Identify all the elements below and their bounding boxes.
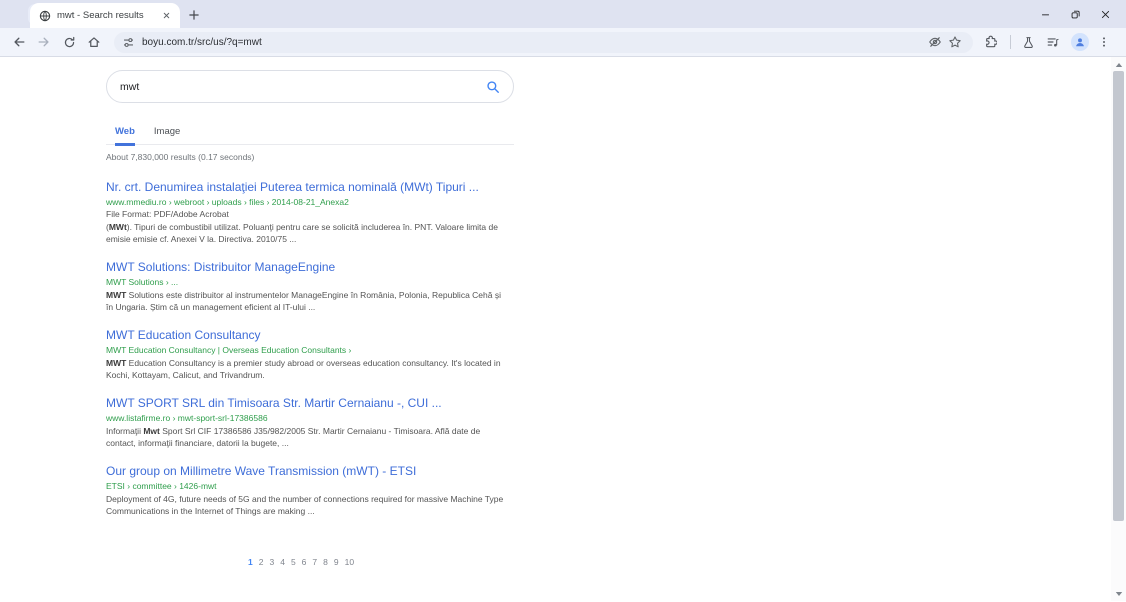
page-number-link[interactable]: 4 — [280, 557, 285, 567]
toolbar-separator — [1010, 35, 1011, 49]
reload-button[interactable] — [58, 31, 80, 53]
result-url-breadcrumb: MWT Education Consultancy | Overseas Edu… — [106, 345, 508, 355]
snippet-text: MWT — [106, 358, 126, 368]
minimize-button[interactable] — [1030, 0, 1060, 28]
toolbar-right-cluster — [979, 31, 1118, 53]
tab-close-icon[interactable] — [160, 9, 173, 22]
back-button[interactable] — [8, 31, 30, 53]
page-content: mwt Web Image About 7,830,000 results (0… — [0, 57, 1126, 601]
new-tab-button[interactable] — [186, 7, 201, 22]
page-number-link[interactable]: 2 — [259, 557, 264, 567]
result-url-breadcrumb: ETSI › committee › 1426-mwt — [106, 481, 508, 491]
page-number-link[interactable]: 9 — [334, 557, 339, 567]
home-button[interactable] — [83, 31, 105, 53]
page-number-link[interactable]: 3 — [269, 557, 274, 567]
page-number-link[interactable]: 6 — [302, 557, 307, 567]
search-result: MWT Education Consultancy MWT Education C… — [106, 328, 508, 381]
result-snippet: Informaţii Mwt Sport Srl CIF 17386586 J3… — [106, 425, 508, 449]
snippet-text: MWt — [109, 222, 127, 232]
snippet-text: ). Tipuri de combustibil utilizat. Polua… — [106, 222, 498, 244]
snippet-text: Mwt — [143, 426, 160, 436]
extensions-puzzle-icon[interactable] — [979, 31, 1001, 53]
browser-tab-strip: mwt - Search results — [0, 0, 1126, 28]
magnifier-icon[interactable] — [486, 80, 500, 94]
search-result: MWT Solutions: Distribuitor ManageEngine… — [106, 260, 508, 313]
tab-image[interactable]: Image — [154, 126, 180, 144]
search-result: Our group on Millimetre Wave Transmissio… — [106, 464, 508, 517]
address-bar[interactable]: boyu.com.tr/src/us/?q=mwt — [114, 32, 973, 53]
scrollbar[interactable] — [1111, 57, 1126, 601]
more-menu-icon[interactable] — [1093, 31, 1115, 53]
tab-web[interactable]: Web — [115, 126, 135, 146]
search-category-tabs: Web Image — [106, 126, 514, 145]
result-snippet: Deployment of 4G, future needs of 5G and… — [106, 493, 508, 517]
result-url-breadcrumb: www.listafirme.ro › mwt-sport-srl-173865… — [106, 413, 508, 423]
result-title-link[interactable]: Nr. crt. Denumirea instalaţiei Puterea t… — [106, 180, 508, 194]
page-number-link[interactable]: 5 — [291, 557, 296, 567]
result-snippet: MWT Solutions este distribuitor al instr… — [106, 289, 508, 313]
scrollbar-down-arrow[interactable] — [1111, 587, 1126, 600]
window-controls — [1030, 0, 1120, 28]
result-file-format: File Format: PDF/Adobe Acrobat — [106, 209, 508, 219]
snippet-text: Informaţii — [106, 426, 143, 436]
page-number-link[interactable]: 7 — [312, 557, 317, 567]
snippet-text: Solutions este distribuitor al instrumen… — [106, 290, 501, 312]
page-number-current[interactable]: 1 — [248, 557, 253, 567]
tab-title: mwt - Search results — [57, 10, 160, 21]
search-query-text[interactable]: mwt — [120, 81, 486, 93]
globe-favicon-icon — [39, 10, 51, 22]
close-window-button[interactable] — [1090, 0, 1120, 28]
search-result: MWT SPORT SRL din Timisoara Str. Martir … — [106, 396, 508, 449]
result-title-link[interactable]: MWT Solutions: Distribuitor ManageEngine — [106, 260, 508, 274]
result-title-link[interactable]: MWT Education Consultancy — [106, 328, 508, 342]
result-snippet: (MWt). Tipuri de combustibil utilizat. P… — [106, 221, 508, 245]
snippet-text: Education Consultancy is a premier study… — [106, 358, 501, 380]
snippet-text: MWT — [106, 290, 126, 300]
scrollbar-thumb[interactable] — [1113, 71, 1124, 521]
result-url-breadcrumb: www.mmediu.ro › webroot › uploads › file… — [106, 197, 508, 207]
result-stats: About 7,830,000 results (0.17 seconds) — [106, 152, 540, 162]
result-url-breadcrumb: MWT Solutions › ... — [106, 277, 508, 287]
media-controls-icon[interactable] — [1042, 31, 1064, 53]
url-text[interactable]: boyu.com.tr/src/us/?q=mwt — [142, 37, 925, 48]
bookmark-star-icon[interactable] — [945, 32, 965, 52]
labs-flask-icon[interactable] — [1017, 31, 1039, 53]
browser-toolbar: boyu.com.tr/src/us/?q=mwt — [0, 28, 1126, 57]
result-title-link[interactable]: Our group on Millimetre Wave Transmissio… — [106, 464, 508, 478]
restore-button[interactable] — [1060, 0, 1090, 28]
page-number-link[interactable]: 8 — [323, 557, 328, 567]
snippet-text: Sport Srl CIF 17386586 J35/982/2005 Str.… — [106, 426, 480, 448]
search-input[interactable]: mwt — [106, 70, 514, 103]
scrollbar-up-arrow[interactable] — [1111, 58, 1126, 71]
forward-button[interactable] — [33, 31, 55, 53]
snippet-text: Deployment of 4G, future needs of 5G and… — [106, 494, 503, 516]
password-eye-slash-icon[interactable] — [925, 32, 945, 52]
profile-avatar[interactable] — [1071, 33, 1089, 51]
results-list: Nr. crt. Denumirea instalaţiei Puterea t… — [106, 180, 540, 517]
result-title-link[interactable]: MWT SPORT SRL din Timisoara Str. Martir … — [106, 396, 508, 410]
pagination: 123456789 10 — [248, 557, 540, 567]
site-info-icon[interactable] — [122, 36, 135, 49]
browser-tab[interactable]: mwt - Search results — [30, 3, 180, 28]
search-result: Nr. crt. Denumirea instalaţiei Puterea t… — [106, 180, 508, 245]
page-number-link[interactable]: 10 — [345, 557, 354, 567]
result-snippet: MWT Education Consultancy is a premier s… — [106, 357, 508, 381]
